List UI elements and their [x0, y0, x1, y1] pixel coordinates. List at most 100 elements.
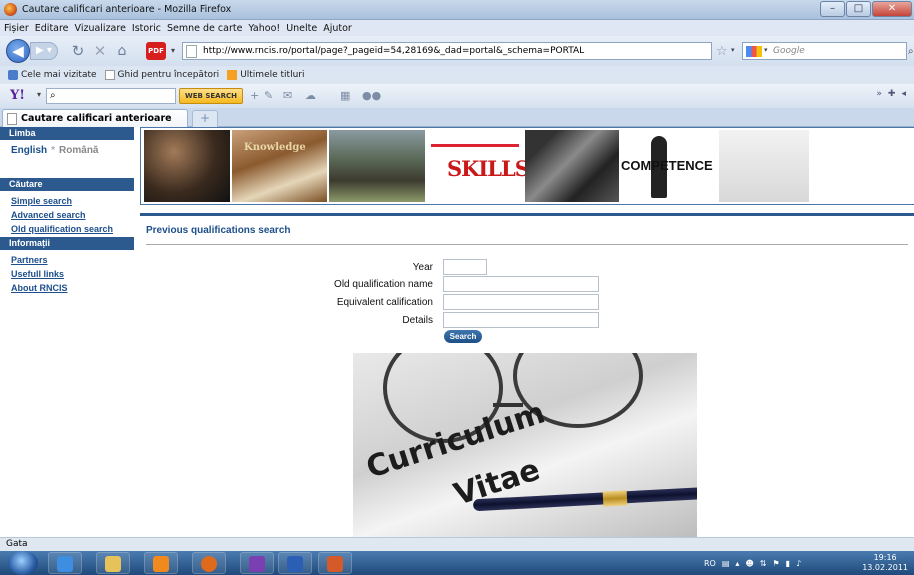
language-romanian-link[interactable]: Română [59, 145, 98, 156]
language-indicator[interactable]: RO [704, 559, 716, 568]
search-placeholder: Google [773, 46, 805, 56]
sidebar-header-search: Căutare [0, 178, 134, 191]
equivalent-calification-input[interactable] [443, 294, 599, 310]
google-icon[interactable] [746, 46, 762, 57]
powerpoint-icon [327, 556, 343, 572]
flickr-icon[interactable]: ●● [362, 89, 381, 102]
new-tab-button[interactable]: + [192, 110, 218, 127]
language-selector: English * Română [0, 140, 134, 178]
menu-help[interactable]: Ajutor [323, 23, 352, 34]
messenger-tray-icon[interactable]: ☻ [745, 559, 753, 568]
tab-bar: Cautare calificari anterioare + [0, 108, 914, 128]
chevron-down-icon[interactable]: ▾ [37, 90, 41, 99]
messenger-icon [249, 556, 265, 572]
word-icon [287, 556, 303, 572]
yahoo-logo[interactable]: Y! [10, 88, 25, 103]
taskbar-word[interactable] [278, 552, 312, 574]
volume-icon[interactable]: ♪ [796, 559, 801, 568]
stop-icon[interactable]: ✕ [90, 41, 110, 61]
taskbar-firefox[interactable] [192, 552, 226, 574]
mail-icon[interactable]: ✉ [283, 89, 292, 102]
messenger-icon[interactable]: ☁ [305, 89, 316, 102]
clock-date: 13.02.2011 [862, 563, 908, 572]
taskbar-ie[interactable] [48, 552, 82, 574]
menu-history[interactable]: Istoric [132, 23, 161, 34]
clock-time: 19:16 [873, 553, 897, 562]
sidebar-link-simple-search[interactable]: Simple search [0, 195, 134, 207]
yahoo-search-input[interactable]: ⌕ [46, 88, 176, 104]
chevron-up-icon[interactable]: ▴ [735, 559, 739, 568]
flag-icon[interactable]: ⚑ [772, 559, 779, 568]
skills-crane [431, 144, 519, 147]
ie-icon [57, 556, 73, 572]
start-button[interactable] [8, 551, 38, 575]
grid-icon[interactable]: ▦ [340, 89, 350, 102]
equivalent-calification-label: Equivalent calification [336, 297, 433, 308]
banner-image-student [329, 130, 425, 202]
tab-active[interactable]: Cautare calificari anterioare [2, 109, 188, 128]
search-go-icon[interactable]: ⌕ [908, 46, 914, 57]
close-button[interactable]: ✕ [872, 1, 912, 17]
sidebar-link-advanced-search[interactable]: Advanced search [0, 209, 134, 221]
plus-icon[interactable]: + [250, 89, 259, 102]
bookmark-label: Ultimele titluri [240, 70, 305, 80]
address-bar[interactable]: http://www.rncis.ro/portal/page?_pageid=… [182, 42, 712, 60]
navigation-toolbar: ◀ ▶ ▾ ↻ ✕ ⌂ PDF ▾ http://www.rncis.ro/po… [0, 36, 914, 66]
language-english-link[interactable]: English [11, 145, 47, 156]
chevron-down-icon[interactable]: ▾ [168, 41, 178, 61]
menu-yahoo[interactable]: Yahoo! [248, 23, 280, 34]
clock[interactable]: 19:16 13.02.2011 [862, 553, 908, 573]
menu-edit[interactable]: Editare [35, 23, 69, 34]
page-content: Limba English * Română Căutare Simple sear… [0, 127, 914, 537]
year-input[interactable] [443, 259, 487, 275]
folder-icon [105, 556, 121, 572]
divider [140, 213, 914, 216]
sidebar-header-language: Limba [0, 127, 134, 140]
page-icon [104, 70, 115, 80]
pencil-icon[interactable]: ✎ [264, 89, 273, 102]
forward-button[interactable]: ▶ ▾ [30, 42, 58, 60]
taskbar-messenger[interactable] [240, 552, 274, 574]
window-title: Cautare calificari anterioare - Mozilla … [22, 4, 232, 15]
reload-icon[interactable]: ↻ [68, 41, 88, 61]
search-button[interactable]: Search [444, 330, 482, 343]
sidebar-link-useful-links[interactable]: Usefull links [0, 268, 134, 280]
keyboard-icon[interactable]: ▤ [722, 559, 730, 568]
taskbar-media[interactable] [144, 552, 178, 574]
sidebar-link-old-qualification-search[interactable]: Old qualification search [0, 223, 134, 235]
search-input[interactable]: ▾ Google [742, 42, 907, 60]
menu-file[interactable]: Fișier [4, 23, 29, 34]
bookmark-most-visited[interactable]: Cele mai vizitate [8, 70, 97, 80]
window-title-bar[interactable]: Cautare calificari anterioare - Mozilla … [0, 0, 914, 20]
network-icon[interactable]: ⇅ [760, 559, 767, 568]
web-search-button[interactable]: WEB SEARCH [179, 88, 243, 104]
sidebar-link-partners[interactable]: Partners [0, 254, 134, 266]
pdf-icon[interactable]: PDF [146, 42, 166, 60]
double-chevron-icon[interactable]: » [876, 89, 882, 99]
chevron-down-icon[interactable]: ▾ [731, 46, 735, 54]
bookmark-star-icon[interactable]: ☆ [716, 44, 728, 59]
taskbar-explorer[interactable] [96, 552, 130, 574]
sidebar-link-about[interactable]: About RNCIS [0, 282, 134, 294]
sidebar-header-info: Informații [0, 237, 134, 250]
pen-band [602, 490, 628, 507]
arrow-left-icon[interactable]: ◂ [901, 89, 906, 99]
details-input[interactable] [443, 312, 599, 328]
menu-tools[interactable]: Unelte [286, 23, 317, 34]
home-icon[interactable]: ⌂ [112, 41, 132, 61]
taskbar-powerpoint[interactable] [318, 552, 352, 574]
bookmark-latest-headlines[interactable]: Ultimele titluri [227, 70, 304, 80]
add-icon[interactable]: ✚ [888, 89, 896, 99]
chevron-down-icon[interactable]: ▾ [764, 46, 768, 54]
window-controls: – □ ✕ [820, 1, 912, 17]
menu-view[interactable]: Vizualizare [75, 23, 126, 34]
banner-image-skills: SKILLS [427, 130, 530, 202]
signal-icon[interactable]: ▮ [786, 559, 790, 568]
minimize-button[interactable]: – [820, 1, 845, 17]
maximize-button[interactable]: □ [846, 1, 871, 17]
status-text: Gata [6, 539, 28, 549]
old-qualification-name-input[interactable] [443, 276, 599, 292]
back-button[interactable]: ◀ [6, 39, 30, 63]
bookmark-getting-started[interactable]: Ghid pentru începători [104, 70, 219, 80]
menu-bookmarks[interactable]: Semne de carte [167, 23, 242, 34]
